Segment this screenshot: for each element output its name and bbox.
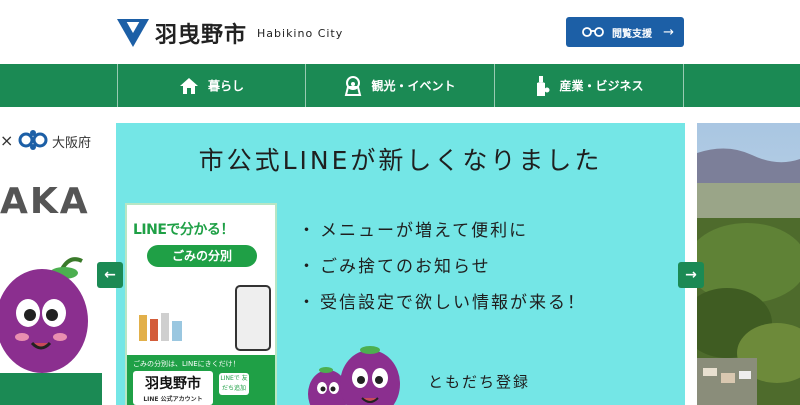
- accessibility-button-label: 閲覧支援: [612, 28, 652, 40]
- carousel-slide-next[interactable]: [697, 123, 800, 405]
- poster-ribbon: ごみの分別: [147, 245, 257, 267]
- nav-item-label: 暮らし: [207, 79, 244, 93]
- carousel-prev-button[interactable]: ←: [97, 262, 123, 288]
- poster-line-tag: LINEで 友だち追加: [219, 373, 249, 395]
- slide-big-text: AKA: [0, 181, 90, 222]
- site-header: 羽曳野市 Habikino City 閲覧支援 →: [0, 0, 800, 64]
- house-icon: [179, 77, 198, 94]
- carousel-slide-prev[interactable]: × 大阪府 AKA: [0, 123, 104, 405]
- line-poster: LINEで分かる！ ごみの分別 ごみの分別は、LINEにきくだけ！ 羽曳野市 L…: [125, 203, 277, 405]
- mascot-characters-icon: [308, 346, 400, 405]
- friend-register-text: ともだち登録: [428, 373, 531, 391]
- partner-mark: ×: [0, 131, 14, 150]
- garbage-items-icon: [139, 313, 182, 341]
- poster-headline: LINEで分かる！: [133, 222, 234, 238]
- page: 羽曳野市 Habikino City 閲覧支援 → 暮らし 観光・イベント 産業…: [0, 0, 800, 405]
- landscape-photo-icon: [697, 123, 800, 405]
- slide-bullet-list: ・メニューが増えて便利に ・ごみ捨てのお知らせ ・受信設定で欲しい情報が来る！: [298, 213, 586, 321]
- list-item: ・ごみ捨てのお知らせ: [298, 257, 491, 277]
- nav-item-business[interactable]: 産業・ビジネス: [495, 64, 684, 107]
- bottle-icon: [537, 75, 550, 96]
- site-logo[interactable]: 羽曳野市 Habikino City: [117, 17, 343, 49]
- list-item: ・メニューが増えて便利に: [298, 221, 529, 241]
- nav-item-living[interactable]: 暮らし: [117, 64, 306, 107]
- city-emblem-icon: [117, 19, 149, 47]
- partner-name: 大阪府: [52, 136, 92, 151]
- global-nav: 暮らし 観光・イベント 産業・ビジネス: [0, 64, 800, 107]
- site-name-en: Habikino City: [257, 26, 344, 40]
- arrow-right-icon: →: [663, 24, 674, 40]
- keyhole-tomb-icon: [345, 75, 362, 96]
- poster-footer: ごみの分別は、LINEにきくだけ！ 羽曳野市 LINE 公式アカウント LINE…: [127, 355, 275, 405]
- osaka-logo-icon: [18, 130, 48, 150]
- poster-city-badge: 羽曳野市 LINE 公式アカウント: [133, 371, 213, 405]
- poster-note: ごみの分別は、LINEにきくだけ！: [133, 360, 240, 368]
- slide-title: 市公式LINEが新しくなりました: [198, 146, 603, 175]
- carousel-next-button[interactable]: →: [678, 262, 704, 288]
- phone-illustration: [235, 285, 271, 351]
- nav-item-label: 産業・ビジネス: [559, 79, 644, 93]
- hero-carousel: × 大阪府 AKA 市公式LINEが新しくなりました LINEで分かる！ ごみの…: [0, 107, 800, 405]
- nav-item-label: 観光・イベント: [371, 79, 456, 93]
- list-item: ・受信設定で欲しい情報が来る！: [298, 293, 586, 313]
- slide-green-band: [0, 373, 102, 405]
- accessibility-button[interactable]: 閲覧支援 →: [566, 17, 684, 47]
- nav-item-tourism[interactable]: 観光・イベント: [306, 64, 495, 107]
- site-name: 羽曳野市: [155, 23, 248, 48]
- glasses-icon: [582, 27, 604, 37]
- carousel-slide-current[interactable]: 市公式LINEが新しくなりました LINEで分かる！ ごみの分別 ごみの分別は、…: [116, 123, 685, 405]
